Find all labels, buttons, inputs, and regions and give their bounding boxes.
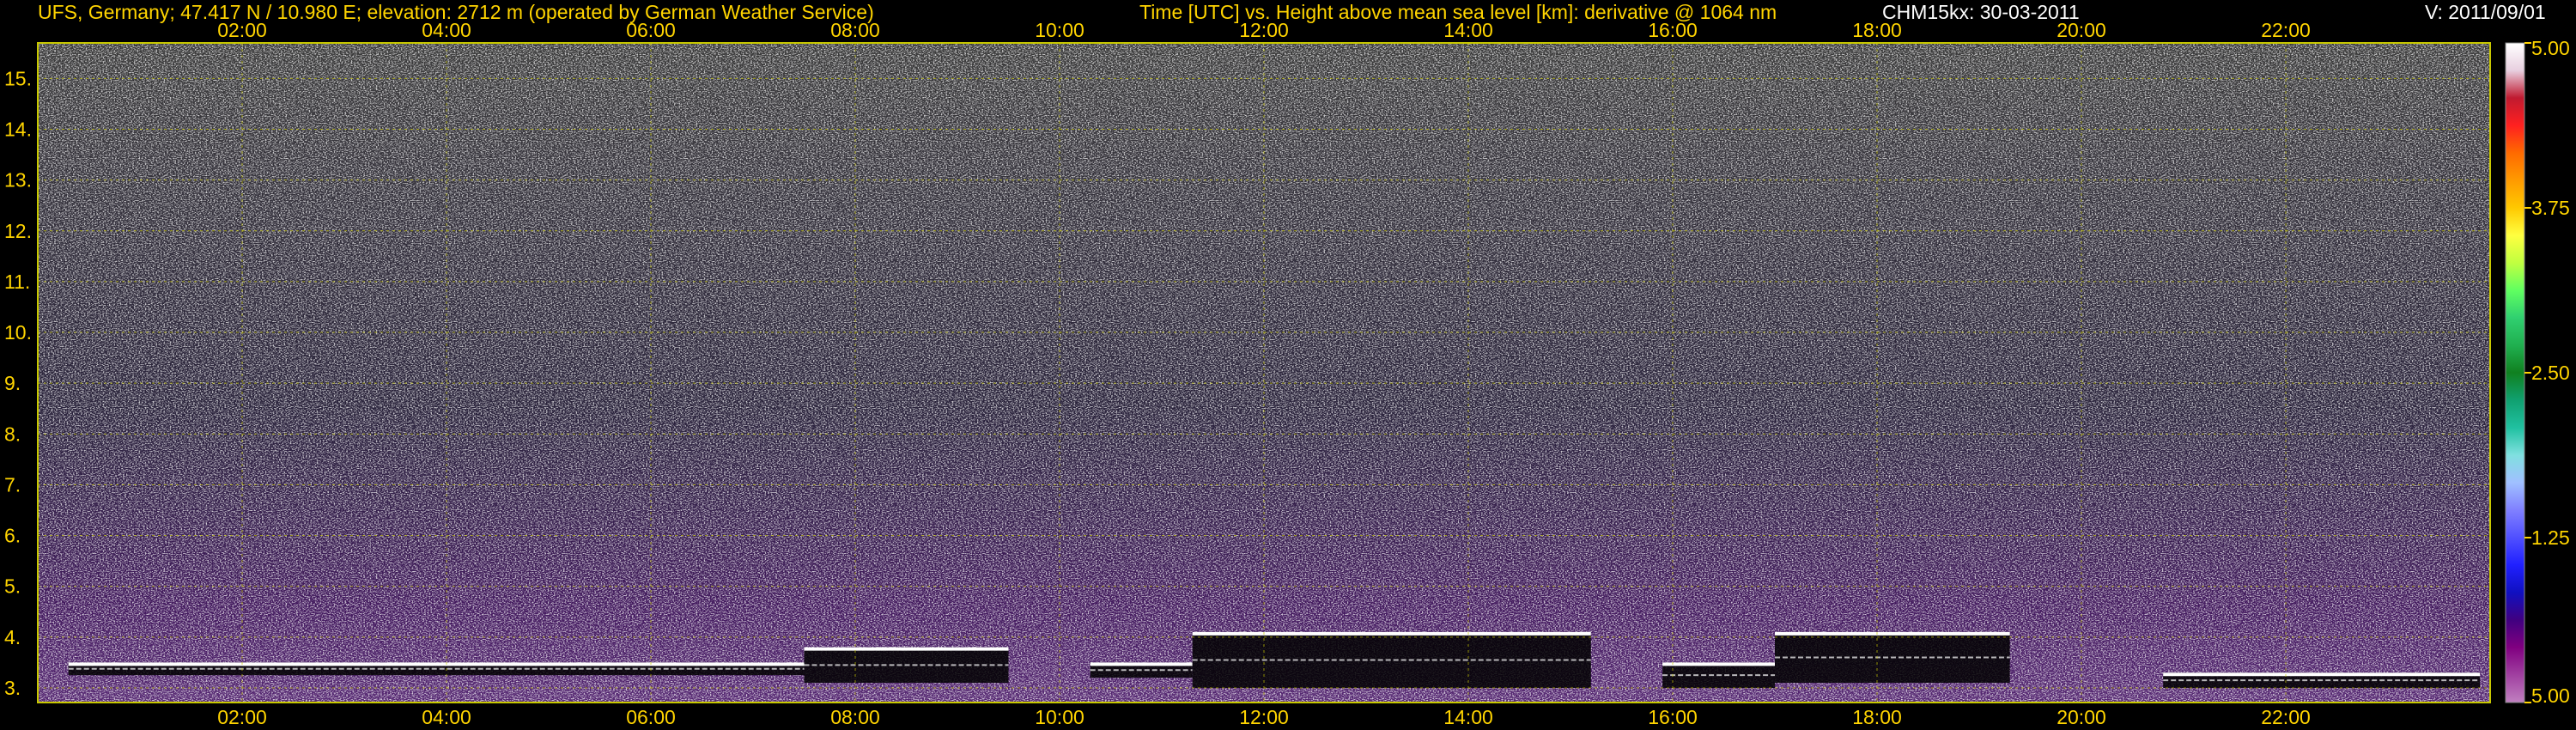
y-tick-label: 12. (4, 220, 32, 242)
colorbar-tick-label: 5.00 (2531, 684, 2570, 707)
x-tick-label-top: 22:00 (2261, 19, 2311, 41)
x-tick-label-top: 12:00 (1239, 19, 1289, 41)
x-tick-label-top: 06:00 (626, 19, 676, 41)
cloud-layer (1192, 631, 1591, 688)
y-tick-label: 8. (4, 423, 21, 445)
x-tick-label-bottom: 08:00 (830, 706, 880, 728)
y-tick-label: 3. (4, 677, 21, 699)
y-tick-label: 9. (4, 372, 21, 394)
colorbar-ticks: 5.00 3.75 2.50 1.25 5.00 (2524, 37, 2570, 707)
y-tick-label: 13. (4, 169, 32, 192)
x-tick-label-bottom: 22:00 (2261, 706, 2311, 728)
y-tick-label: 6. (4, 525, 21, 547)
y-tick-label: 5. (4, 575, 21, 598)
x-tick-label-bottom: 12:00 (1239, 706, 1289, 728)
colorbar-tick-label: 1.25 (2531, 526, 2570, 549)
x-tick-label-bottom: 02:00 (217, 706, 267, 728)
colorbar-tick-label: 2.50 (2531, 362, 2570, 384)
ceilometer-chart: UFS, Germany; 47.417 N / 10.980 E; eleva… (4, 1, 2570, 728)
y-tick-label: 7. (4, 473, 21, 496)
x-tick-label-top: 08:00 (830, 19, 880, 41)
x-tick-label-bottom: 06:00 (626, 706, 676, 728)
x-tick-label-bottom: 20:00 (2057, 706, 2106, 728)
x-axis-bottom: 02:00 04:00 06:00 08:00 10:00 12:00 14:00 16:00… (217, 706, 2311, 728)
x-tick-label-bottom: 10:00 (1035, 706, 1084, 728)
y-axis: 3. 4. 5. 6. 7. 8. 9. 10. 11. 12. 13. 14. 15. (4, 67, 32, 699)
colorbar-tick-label: 3.75 (2531, 197, 2570, 219)
x-tick-label-top: 16:00 (1648, 19, 1698, 41)
header-version: V: 2011/09/01 (2425, 1, 2546, 23)
x-tick-label-top: 02:00 (217, 19, 267, 41)
y-tick-label: 14. (4, 119, 32, 141)
x-tick-label-bottom: 04:00 (422, 706, 471, 728)
x-tick-label-top: 04:00 (422, 19, 471, 41)
colorbar-gradient (2505, 42, 2525, 703)
y-tick-label: 15. (4, 67, 32, 89)
y-tick-label: 10. (4, 321, 32, 344)
x-tick-label-top: 10:00 (1035, 19, 1084, 41)
header-instrument-date: CHM15kx: 30-03-2011 (1882, 1, 2080, 23)
colorbar: 5.00 3.75 2.50 1.25 5.00 (2505, 37, 2570, 707)
x-tick-label-top: 18:00 (1852, 19, 1902, 41)
y-tick-label: 11. (4, 271, 30, 293)
x-tick-label-top: 14:00 (1443, 19, 1493, 41)
x-tick-label-bottom: 16:00 (1648, 706, 1698, 728)
x-tick-label-bottom: 14:00 (1443, 706, 1493, 728)
y-tick-label: 4. (4, 626, 21, 648)
x-tick-label-top: 20:00 (2057, 19, 2106, 41)
plot-area (37, 42, 2491, 703)
colorbar-tick-label: 5.00 (2531, 37, 2570, 59)
x-tick-label-bottom: 18:00 (1852, 706, 1902, 728)
